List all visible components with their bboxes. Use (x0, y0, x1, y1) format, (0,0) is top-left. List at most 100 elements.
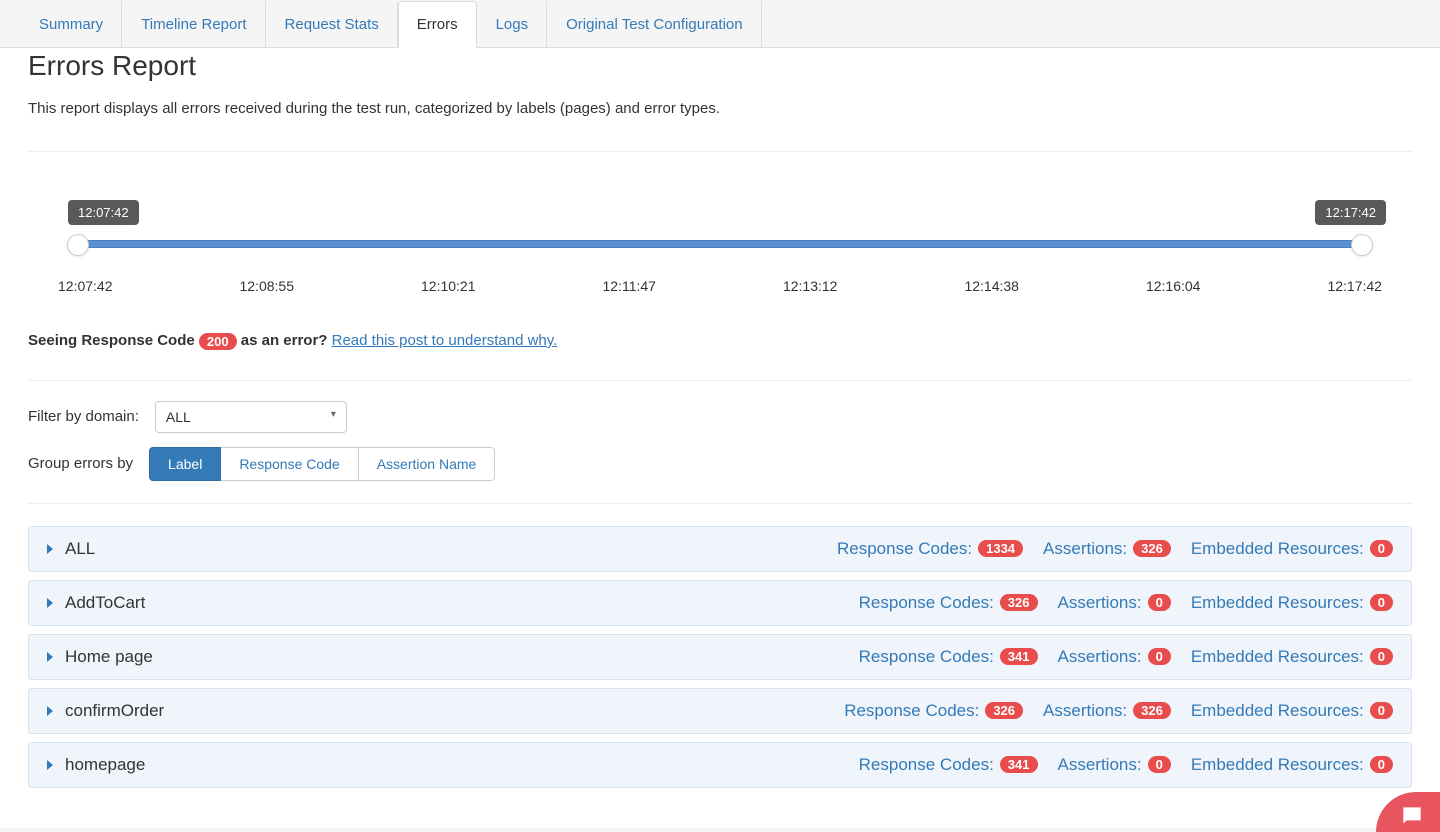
stat-label: Embedded Resources: (1191, 539, 1364, 559)
response-code-note: Seeing Response Code 200 as an error? Re… (28, 332, 1412, 350)
error-row-stats: Response Codes:341Assertions:0Embedded R… (859, 647, 1393, 667)
group-by-buttons: LabelResponse CodeAssertion Name (149, 447, 495, 481)
stat-embedded[interactable]: Embedded Resources:0 (1191, 755, 1393, 775)
stat-label: Embedded Resources: (1191, 755, 1364, 775)
stat-assertions[interactable]: Assertions: 326 (1043, 539, 1171, 559)
error-row-label: homepage (65, 755, 145, 775)
stat-embedded[interactable]: Embedded Resources: 0 (1191, 539, 1393, 559)
filter-domain-select[interactable]: ALL (155, 401, 347, 433)
group-by-assertion-name[interactable]: Assertion Name (359, 447, 496, 481)
tab-errors[interactable]: Errors (398, 1, 477, 48)
stat-count-pill: 0 (1148, 594, 1171, 611)
stat-label: Response Codes: (837, 539, 972, 559)
tab-request-stats[interactable]: Request Stats (266, 1, 398, 48)
divider (28, 151, 1412, 152)
filter-domain-label: Filter by domain: (28, 408, 139, 425)
stat-response-codes[interactable]: Response Codes:341 (859, 755, 1038, 775)
slider-end-tooltip: 12:17:42 (1315, 200, 1386, 225)
slider-tick: 12:17:42 (1327, 278, 1382, 294)
slider-track[interactable] (78, 240, 1362, 248)
stat-assertions[interactable]: Assertions: 0 (1058, 647, 1171, 667)
note-suffix: as an error? (241, 332, 332, 349)
stat-assertions[interactable]: Assertions: 0 (1058, 593, 1171, 613)
error-row-stats: Response Codes:341 Assertions: 0 Embedded R… (859, 755, 1393, 775)
error-row[interactable]: AddToCartResponse Codes:326Assertions:0E… (28, 580, 1412, 626)
stat-embedded[interactable]: Embedded Resources: 0 (1191, 647, 1393, 667)
stat-label: Assertions: (1058, 755, 1142, 775)
caret-right-icon (47, 760, 53, 770)
stat-label: Assertions: (1043, 539, 1127, 559)
stat-assertions[interactable]: Assertions: 326 (1043, 701, 1171, 721)
time-range-slider: 12:07:42 12:17:42 12:07:4212:08:5512:10:… (38, 182, 1402, 302)
stat-response-codes[interactable]: Response Codes:326 (859, 593, 1038, 613)
main-content: Errors Report This report displays all e… (0, 48, 1440, 828)
page-title: Errors Report (28, 48, 1412, 82)
slider-tick-labels: 12:07:4212:08:5512:10:2112:11:4712:13:12… (58, 278, 1382, 294)
stat-assertions[interactable]: Assertions: 0 (1058, 755, 1171, 775)
stat-count-pill: 326 (985, 702, 1023, 719)
slider-tick: 12:13:12 (783, 278, 838, 294)
caret-right-icon (47, 706, 53, 716)
slider-start-tooltip: 12:07:42 (68, 200, 139, 225)
stat-count-pill: 326 (1133, 540, 1171, 557)
page-description: This report displays all errors received… (28, 100, 1412, 117)
stat-count-pill: 0 (1370, 594, 1393, 611)
caret-right-icon (47, 652, 53, 662)
error-row-stats: Response Codes:326Assertions:0Embedded R… (859, 593, 1393, 613)
tab-logs[interactable]: Logs (477, 1, 548, 48)
error-row-stats: Response Codes:326 Assertions: 326 Embedded… (844, 701, 1393, 721)
tab-summary[interactable]: Summary (20, 1, 122, 48)
tab-timeline-report[interactable]: Timeline Report (122, 1, 265, 48)
slider-tick: 12:16:04 (1146, 278, 1201, 294)
response-code-pill: 200 (199, 333, 237, 350)
error-list: ALL Response Codes: 1334 Assertions: 326 Embe… (28, 526, 1412, 788)
stat-label: Response Codes: (859, 593, 994, 613)
stat-count-pill: 0 (1148, 648, 1171, 665)
stat-count-pill: 341 (1000, 756, 1038, 773)
slider-tick: 12:07:42 (58, 278, 113, 294)
stat-embedded[interactable]: Embedded Resources: 0 (1191, 701, 1393, 721)
error-row[interactable]: homepage Response Codes:341 Assertions: 0 Em… (28, 742, 1412, 788)
note-link[interactable]: Read this post to understand why. (332, 332, 558, 349)
chat-icon (1399, 803, 1425, 829)
group-by-row: Group errors by LabelResponse CodeAssert… (28, 447, 1412, 481)
stat-count-pill: 0 (1148, 756, 1171, 773)
group-by-response-code[interactable]: Response Code (221, 447, 358, 481)
stat-count-pill: 0 (1370, 702, 1393, 719)
slider-tick: 12:11:47 (603, 278, 656, 294)
divider (28, 380, 1412, 381)
error-row-label: confirmOrder (65, 701, 164, 721)
error-row-stats: Response Codes: 1334 Assertions: 326 Embedde… (837, 539, 1393, 559)
stat-count-pill: 1334 (978, 540, 1023, 557)
tab-original-test-configuration[interactable]: Original Test Configuration (547, 1, 761, 48)
slider-handle-start[interactable] (67, 234, 89, 256)
filter-domain-row: Filter by domain: ALL (28, 401, 1412, 433)
caret-right-icon (47, 598, 53, 608)
error-row[interactable]: confirmOrder Response Codes:326 Assertions… (28, 688, 1412, 734)
stat-response-codes[interactable]: Response Codes:326 (844, 701, 1023, 721)
slider-tick: 12:10:21 (421, 278, 476, 294)
slider-handle-end[interactable] (1351, 234, 1373, 256)
filter-domain-value: ALL (166, 409, 191, 425)
stat-count-pill: 0 (1370, 648, 1393, 665)
error-row[interactable]: ALL Response Codes: 1334 Assertions: 326 Embe… (28, 526, 1412, 572)
stat-response-codes[interactable]: Response Codes: 341 (859, 647, 1038, 667)
stat-label: Assertions: (1058, 647, 1142, 667)
slider-tick: 12:14:38 (964, 278, 1019, 294)
stat-count-pill: 341 (1000, 648, 1038, 665)
stat-count-pill: 326 (1133, 702, 1171, 719)
stat-response-codes[interactable]: Response Codes: 1334 (837, 539, 1023, 559)
group-by-label: Group errors by (28, 455, 133, 472)
stat-label: Assertions: (1058, 593, 1142, 613)
caret-right-icon (47, 544, 53, 554)
error-row-label: ALL (65, 539, 95, 559)
stat-label: Embedded Resources: (1191, 647, 1364, 667)
stat-label: Response Codes: (859, 647, 994, 667)
stat-label: Embedded Resources: (1191, 701, 1364, 721)
stat-embedded[interactable]: Embedded Resources:0 (1191, 593, 1393, 613)
stat-label: Assertions: (1043, 701, 1127, 721)
error-row[interactable]: Home pageResponse Codes:341Assertions:0E… (28, 634, 1412, 680)
stat-count-pill: 0 (1370, 540, 1393, 557)
group-by-label[interactable]: Label (149, 447, 221, 481)
divider (28, 503, 1412, 504)
